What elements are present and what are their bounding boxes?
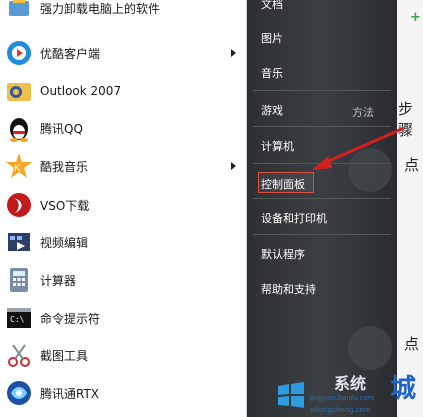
places-item[interactable]: 图片	[261, 30, 283, 46]
qq-penguin-icon	[4, 113, 34, 143]
cmd-icon: C:\	[4, 303, 34, 333]
program-item[interactable]: C:\ 命令提示符	[0, 300, 246, 336]
kuwo-icon: K	[4, 151, 34, 181]
submenu-arrow-icon	[231, 49, 236, 57]
program-item-label: 命令提示符	[40, 311, 101, 326]
red-pointer-arrow-icon	[312, 126, 405, 170]
plus-icon: +	[410, 10, 421, 25]
places-item[interactable]: 游戏	[261, 102, 283, 118]
places-item[interactable]: 音乐	[261, 65, 283, 81]
windows-logo-icon	[278, 382, 304, 408]
program-item[interactable]: 视频编辑	[0, 224, 246, 260]
video-edit-icon	[4, 227, 34, 257]
places-item[interactable]: 文档	[261, 0, 283, 12]
program-item-label: 酷我音乐	[40, 159, 89, 174]
program-item-label: 优酷客户端	[40, 46, 101, 61]
watermark-brand: 系统	[334, 374, 367, 393]
vso-icon	[4, 190, 34, 220]
watermark-url-top: jingyan.baidu.com	[310, 394, 375, 402]
places-item[interactable]: 设备和打印机	[261, 210, 327, 226]
program-item-label: 腾讯通RTX	[40, 386, 100, 401]
click-text-2: 点	[404, 335, 420, 353]
program-item[interactable]: 强力卸载电脑上的软件	[0, 0, 246, 26]
svg-text:K: K	[14, 163, 21, 174]
program-item[interactable]: 腾讯QQ	[0, 110, 246, 146]
program-item-label: 强力卸载电脑上的软件	[40, 1, 161, 16]
program-item-label: 视频编辑	[40, 235, 89, 250]
program-item[interactable]: 截图工具	[0, 337, 246, 373]
rtx-icon	[4, 378, 34, 408]
places-item[interactable]: 默认程序	[261, 246, 305, 262]
places-item[interactable]: 帮助和支持	[261, 281, 316, 297]
program-item-label: 截图工具	[40, 348, 89, 363]
background-article-strip	[397, 0, 423, 417]
scissors-icon	[4, 340, 34, 370]
menu-separator	[253, 90, 391, 91]
uninstall-icon	[4, 0, 34, 23]
watermark-url-bottom: xitongcheng.com	[310, 406, 371, 414]
faint-step-label: 方法	[352, 106, 374, 119]
calculator-icon	[4, 265, 34, 295]
outlook-icon	[4, 76, 34, 106]
start-menu-programs-panel: 强力卸载电脑上的软件 优酷客户端 Outlook 2007 腾讯QQ K 酷我音乐 VSO下…	[0, 0, 247, 417]
program-item[interactable]: 优酷客户端	[0, 35, 246, 71]
watermark-big-char: 城	[390, 374, 417, 404]
program-item[interactable]: VSO下载	[0, 187, 246, 223]
submenu-arrow-icon	[231, 162, 236, 170]
program-item[interactable]: 腾讯通RTX	[0, 375, 246, 411]
program-item[interactable]: Outlook 2007	[0, 73, 246, 109]
program-item[interactable]: K 酷我音乐	[0, 148, 246, 184]
places-item[interactable]: 计算机	[261, 138, 294, 154]
youku-icon	[4, 38, 34, 68]
svg-text:C:\: C:\	[10, 315, 25, 324]
program-item-label: 计算器	[40, 273, 77, 288]
program-item-label: 腾讯QQ	[40, 121, 83, 136]
menu-separator	[253, 234, 391, 235]
program-item-label: VSO下载	[40, 198, 90, 213]
program-item-label: Outlook 2007	[40, 84, 122, 98]
program-item[interactable]: 计算器	[0, 262, 246, 298]
watermark: jingyan.baidu.com xitongcheng.com 城 系统	[262, 364, 423, 417]
